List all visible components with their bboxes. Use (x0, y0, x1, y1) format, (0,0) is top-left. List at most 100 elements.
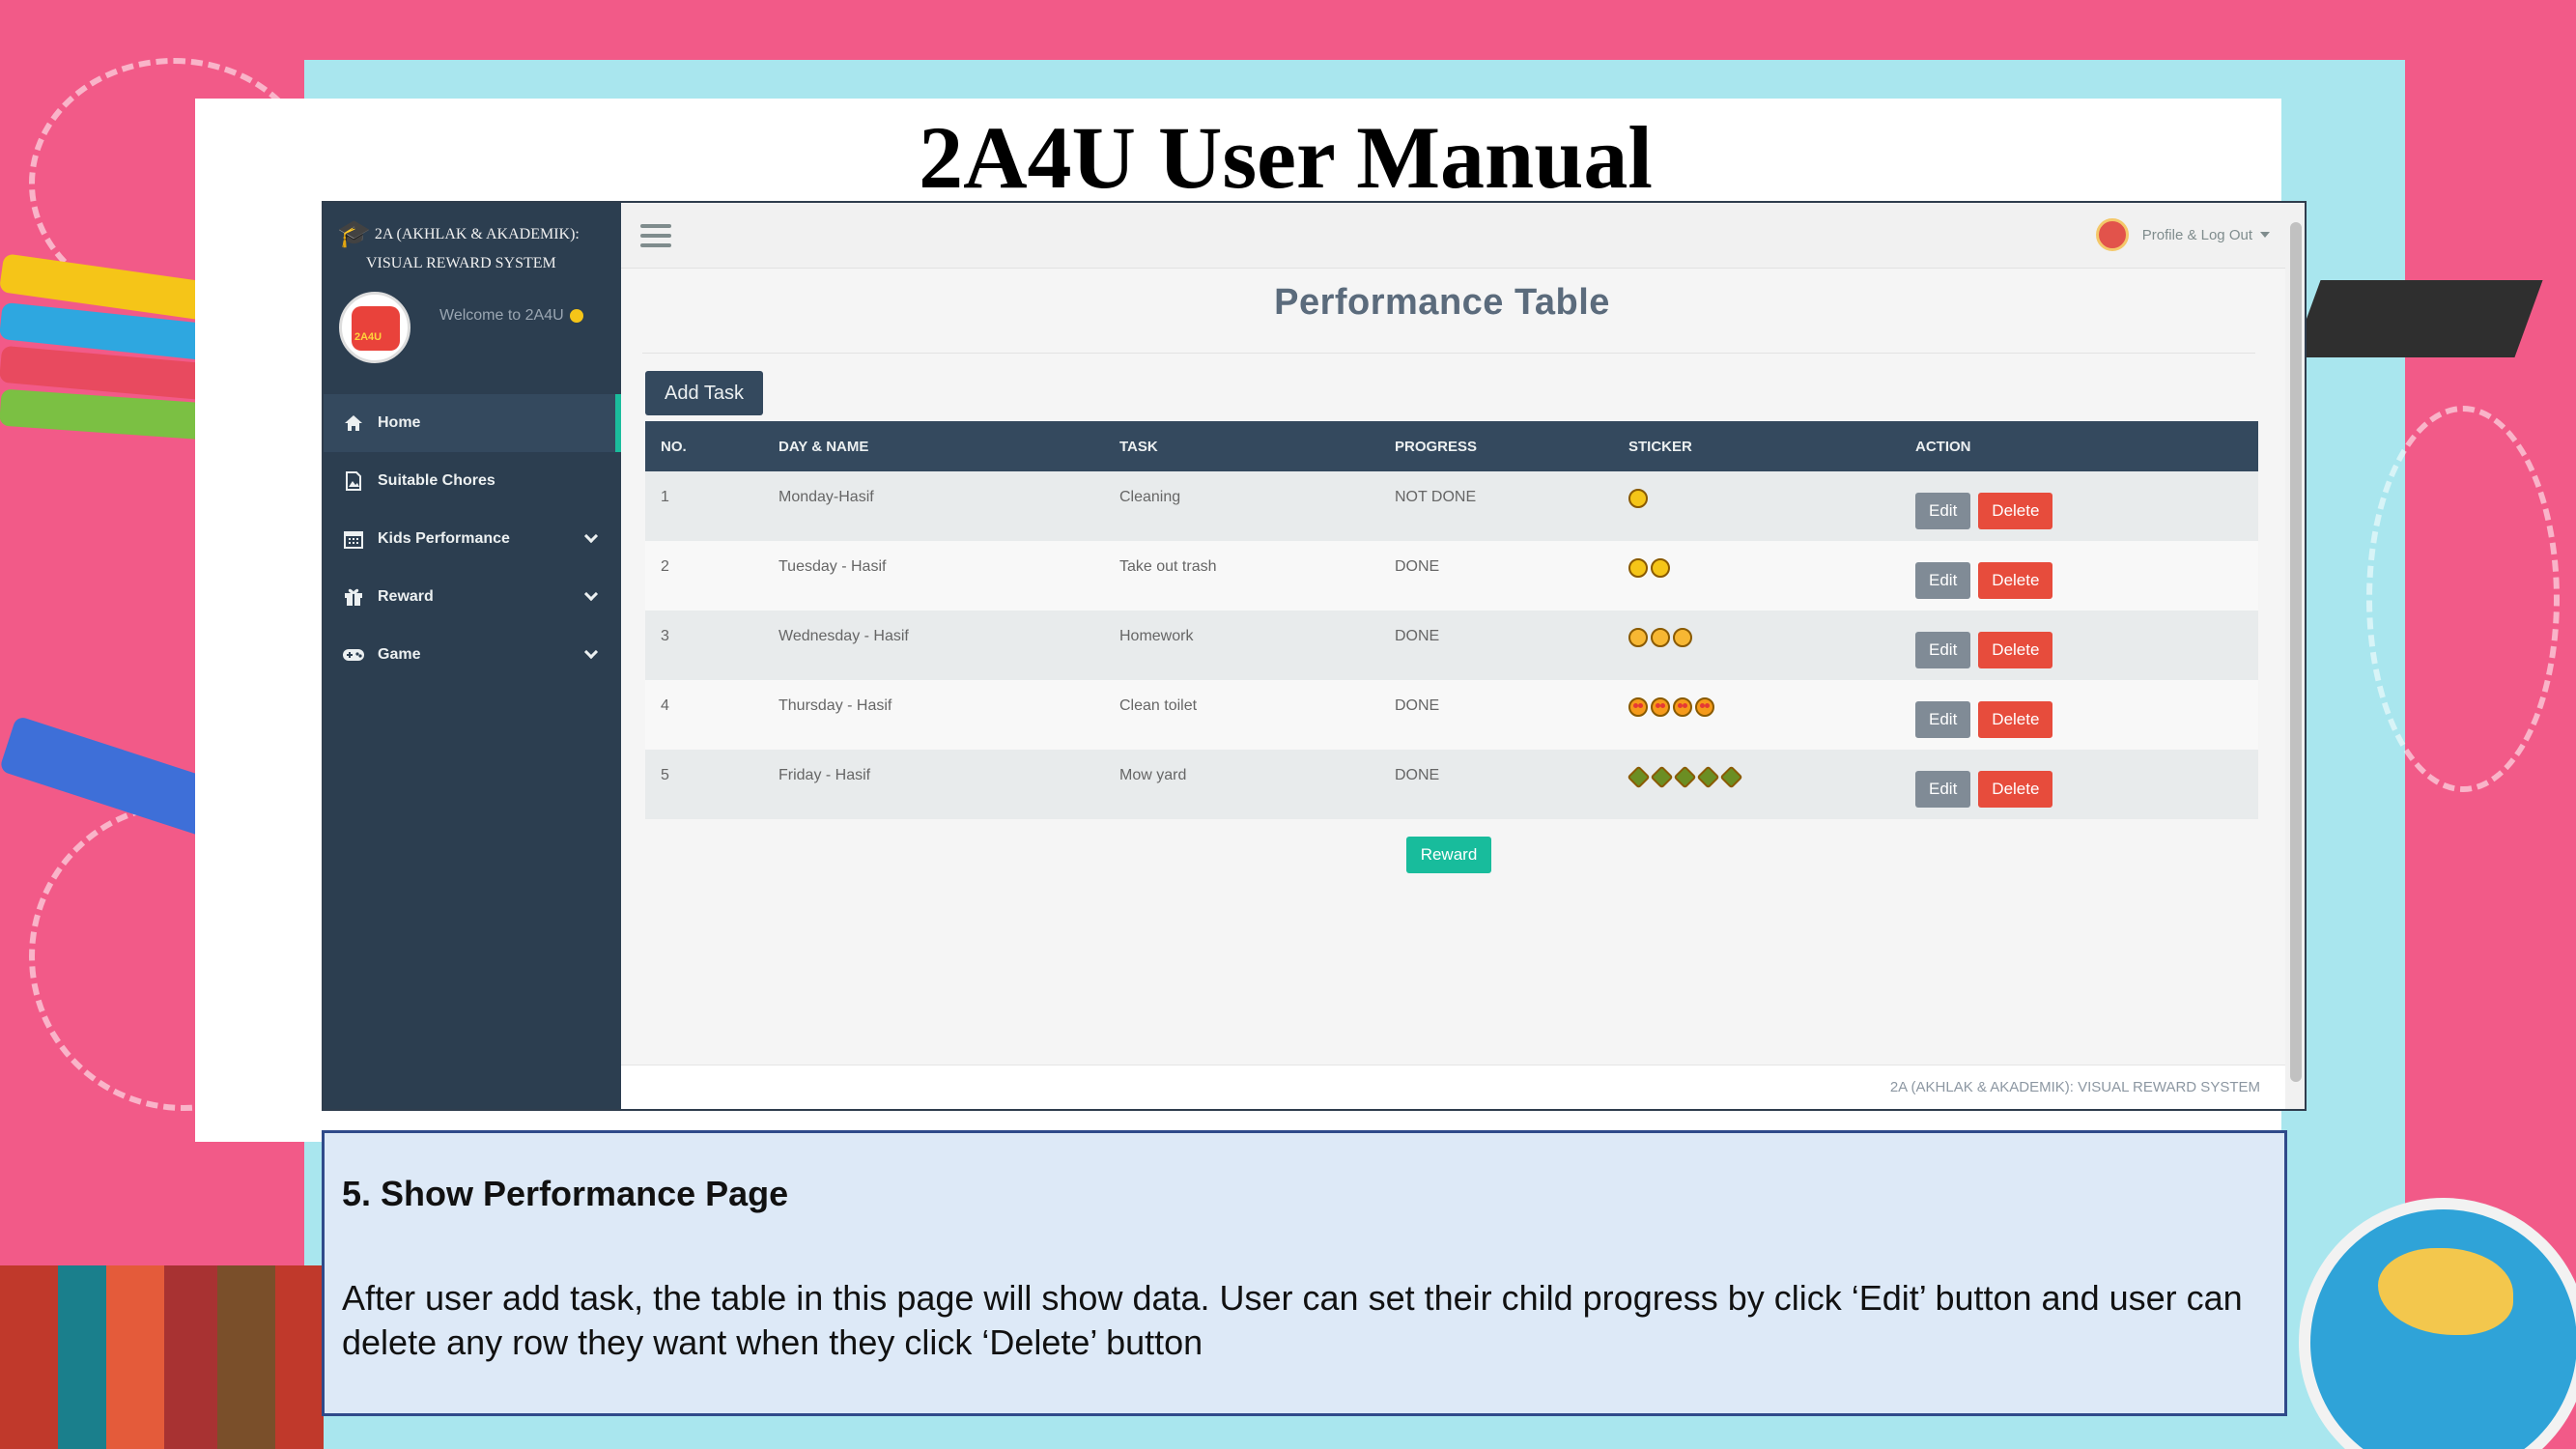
footer: 2A (AKHLAK & AKADEMIK): VISUAL REWARD SY… (621, 1065, 2305, 1109)
cell-progress: NOT DONE (1379, 471, 1613, 541)
gamepad-icon (341, 645, 366, 665)
table-header-row: NO. DAY & NAME TASK PROGRESS STICKER ACT… (645, 421, 2258, 471)
sidebar-item-home[interactable]: Home (324, 394, 621, 452)
cell-action: Edit Delete (1900, 611, 2258, 680)
cell-task: Cleaning (1104, 471, 1379, 541)
cell-progress: DONE (1379, 611, 1613, 680)
smile-icon (569, 308, 583, 323)
cell-progress: DONE (1379, 750, 1613, 819)
topbar: Profile & Log Out (621, 203, 2305, 269)
brand: 🎓 2A (AKHLAK & AKADEMIK): VISUAL REWARD S… (337, 220, 617, 278)
delete-button[interactable]: Delete (1978, 771, 2053, 808)
sidebar-item-label: Home (378, 414, 421, 431)
edit-button[interactable]: Edit (1915, 562, 1971, 599)
cell-no: 2 (645, 541, 763, 611)
sidebar-item-kids-performance[interactable]: Kids Performance (324, 510, 621, 568)
heart-eyes-face-icon (1651, 697, 1670, 717)
decorative-dashed-ring (2366, 406, 2560, 792)
divider (642, 353, 2255, 354)
chevron-down-icon (583, 586, 599, 602)
column-header: NO. (645, 421, 763, 471)
table-row: 3 Wednesday - Hasif Homework DONE Edit De… (645, 611, 2258, 680)
column-header: PROGRESS (1379, 421, 1613, 471)
cell-task: Take out trash (1104, 541, 1379, 611)
welcome-text: Welcome to 2A4U (439, 307, 583, 325)
profile-menu[interactable]: Profile & Log Out (2095, 218, 2270, 251)
caption-body: After user add task, the table in this p… (342, 1278, 2243, 1362)
avatar (339, 292, 410, 363)
star-face-icon (1719, 765, 1743, 789)
star-face-icon (1696, 765, 1720, 789)
cell-action: Edit Delete (1900, 750, 2258, 819)
scrollbar-thumb[interactable] (2290, 222, 2302, 1082)
cell-action: Edit Delete (1900, 680, 2258, 750)
chevron-down-icon (583, 644, 599, 660)
delete-button[interactable]: Delete (1978, 493, 2053, 529)
app-window: 🎓 2A (AKHLAK & AKADEMIK): VISUAL REWARD S… (322, 201, 2307, 1111)
heart-eyes-face-icon (1628, 697, 1648, 717)
cell-no: 1 (645, 471, 763, 541)
sidebar-item-suitable-chores[interactable]: Suitable Chores (324, 452, 621, 510)
star-face-icon (1650, 765, 1674, 789)
home-icon (341, 413, 366, 433)
hamburger-menu-icon[interactable] (640, 224, 671, 247)
cell-action: Edit Delete (1900, 471, 2258, 541)
calendar-icon (341, 529, 366, 549)
edit-button[interactable]: Edit (1915, 771, 1971, 808)
cell-sticker (1613, 471, 1900, 541)
sidebar: 🎓 2A (AKHLAK & AKADEMIK): VISUAL REWARD S… (324, 203, 621, 1109)
column-header: TASK (1104, 421, 1379, 471)
heart-eyes-face-icon (1673, 697, 1692, 717)
cell-day-name: Tuesday - Hasif (763, 541, 1104, 611)
cell-progress: DONE (1379, 680, 1613, 750)
delete-button[interactable]: Delete (1978, 632, 2053, 668)
caption-box: 5. Show Performance Page After user add … (322, 1130, 2287, 1416)
gift-icon (341, 587, 366, 607)
cell-day-name: Friday - Hasif (763, 750, 1104, 819)
table-row: 1 Monday-Hasif Cleaning NOT DONE Edit Del… (645, 471, 2258, 541)
sidebar-item-label: Game (378, 646, 421, 663)
file-image-icon (341, 471, 366, 491)
sad-face-icon (1628, 489, 1648, 508)
grin-face-icon (1673, 628, 1692, 647)
edit-button[interactable]: Edit (1915, 701, 1971, 738)
cell-task: Mow yard (1104, 750, 1379, 819)
table-row: 5 Friday - Hasif Mow yard DONE Edit Delet… (645, 750, 2258, 819)
page-title: Performance Table (1274, 282, 1610, 323)
cell-no: 3 (645, 611, 763, 680)
cell-sticker (1613, 541, 1900, 611)
reward-button[interactable]: Reward (1406, 837, 1491, 873)
sidebar-item-game[interactable]: Game (324, 626, 621, 684)
performance-table: NO. DAY & NAME TASK PROGRESS STICKER ACT… (645, 421, 2258, 819)
cell-day-name: Wednesday - Hasif (763, 611, 1104, 680)
sidebar-item-label: Kids Performance (378, 530, 510, 547)
table-row: 2 Tuesday - Hasif Take out trash DONE Ed… (645, 541, 2258, 611)
sidebar-item-reward[interactable]: Reward (324, 568, 621, 626)
scrollbar[interactable] (2285, 203, 2305, 1109)
edit-button[interactable]: Edit (1915, 632, 1971, 668)
add-task-button[interactable]: Add Task (645, 371, 763, 415)
brand-line1: 2A (AKHLAK & AKADEMIK): (374, 226, 580, 242)
cell-sticker (1613, 611, 1900, 680)
grin-face-icon (1651, 628, 1670, 647)
footer-text: 2A (AKHLAK & AKADEMIK): VISUAL REWARD SY… (1889, 1079, 2260, 1095)
sidebar-item-label: Reward (378, 588, 434, 605)
heart-eyes-face-icon (1695, 697, 1714, 717)
cell-day-name: Monday-Hasif (763, 471, 1104, 541)
cell-task: Homework (1104, 611, 1379, 680)
caption-heading: 5. Show Performance Page (342, 1174, 789, 1213)
delete-button[interactable]: Delete (1978, 701, 2053, 738)
delete-button[interactable]: Delete (1978, 562, 2053, 599)
cell-action: Edit Delete (1900, 541, 2258, 611)
profile-menu-label: Profile & Log Out (2141, 226, 2252, 243)
graduation-cap-icon: 🎓 (337, 219, 371, 250)
grin-face-icon (1628, 628, 1648, 647)
brand-line2: VISUAL REWARD SYSTEM (366, 255, 556, 272)
star-face-icon (1673, 765, 1697, 789)
bookshelf-illustration (0, 1265, 324, 1449)
edit-button[interactable]: Edit (1915, 493, 1971, 529)
slide-background-top (0, 0, 2576, 60)
smile-face-icon (1651, 558, 1670, 578)
sidebar-nav: Home Suitable Chores Kids Performance Re… (324, 394, 621, 684)
caret-down-icon (2260, 232, 2270, 238)
